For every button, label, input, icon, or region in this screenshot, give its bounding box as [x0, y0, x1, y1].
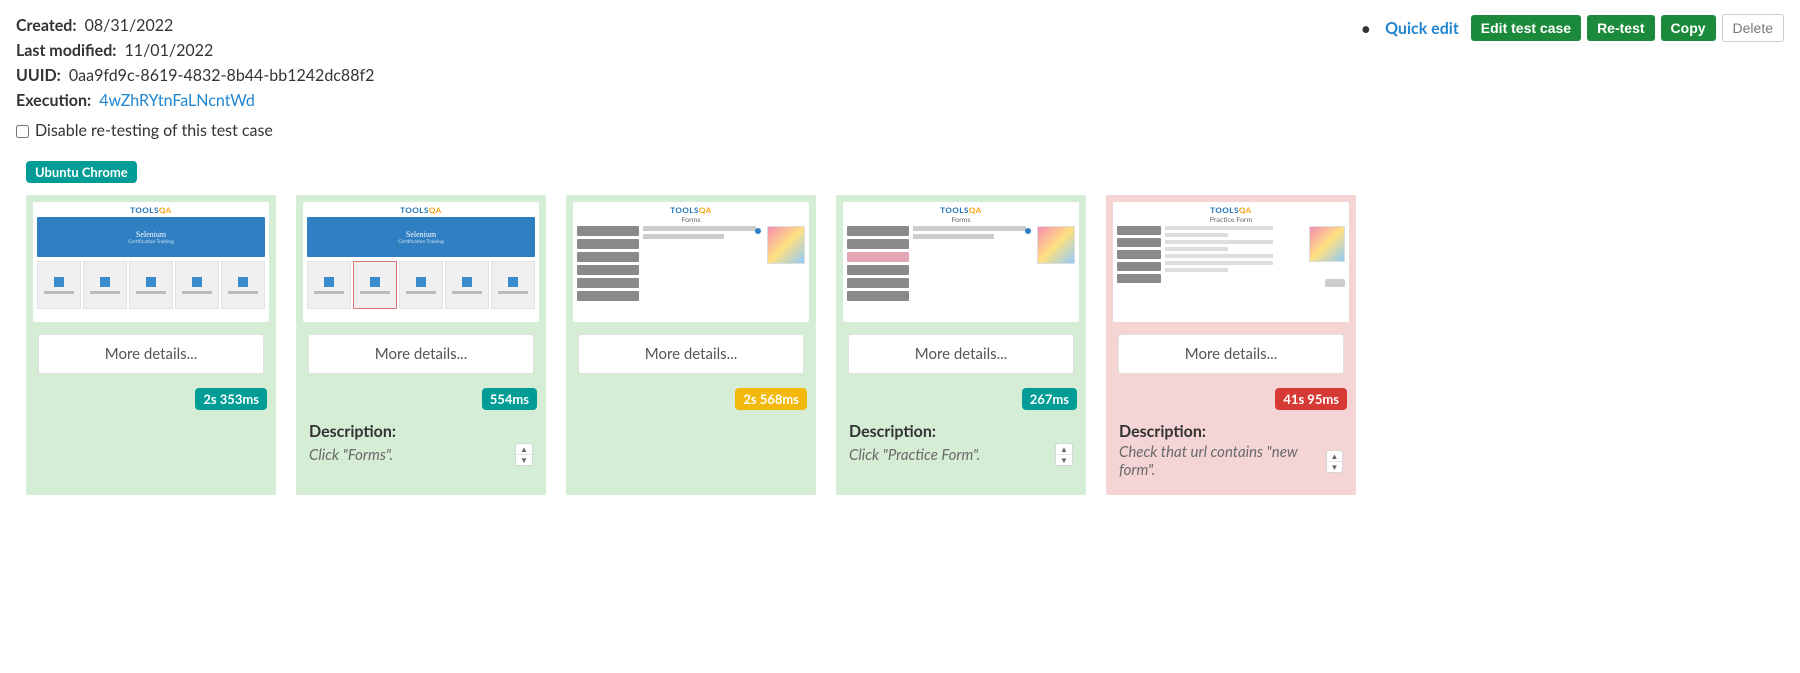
reorder-stepper[interactable]: ▲▼ [1055, 443, 1073, 466]
step-card: TOOLSQAForms More details... 2s 568ms [566, 195, 816, 495]
bullet-icon: • [1361, 17, 1371, 39]
chevron-down-icon[interactable]: ▼ [1056, 455, 1072, 465]
duration-badge: 41s 95ms [1275, 388, 1347, 410]
description-text: Click "Practice Form". [849, 446, 980, 464]
duration-badge: 2s 353ms [195, 388, 267, 410]
thumb-logo: TOOLSQA [573, 202, 809, 215]
actions-bar: • Quick edit Edit test case Re-test Copy… [1361, 14, 1784, 42]
more-details-button[interactable]: More details... [38, 334, 264, 374]
step-thumbnail[interactable]: TOOLSQAForms [843, 202, 1079, 322]
description-label: Description: [849, 422, 1073, 441]
step-card: TOOLSQASeleniumCertification Training Mor… [26, 195, 276, 495]
more-details-button[interactable]: More details... [578, 334, 804, 374]
quick-edit-link[interactable]: Quick edit [1385, 19, 1459, 38]
uuid-label: UUID: [16, 66, 61, 85]
step-thumbnail[interactable]: TOOLSQAForms [573, 202, 809, 322]
execution-label: Execution: [16, 91, 91, 110]
modified-label: Last modified: [16, 41, 116, 60]
delete-button[interactable]: Delete [1722, 14, 1784, 42]
uuid-value: 0aa9fd9c-8619-4832-8b44-bb1242dc88f2 [69, 66, 374, 85]
step-cards: TOOLSQASeleniumCertification Training Mor… [26, 195, 1784, 495]
duration-badge: 554ms [482, 388, 537, 410]
chevron-down-icon[interactable]: ▼ [516, 455, 532, 465]
thumb-logo: TOOLSQA [843, 202, 1079, 215]
reorder-stepper[interactable]: ▲▼ [1326, 450, 1343, 473]
more-details-button[interactable]: More details... [308, 334, 534, 374]
edit-test-case-button[interactable]: Edit test case [1471, 15, 1581, 41]
step-thumbnail[interactable]: TOOLSQASeleniumCertification Training [33, 202, 269, 322]
thumb-logo: TOOLSQA [1113, 202, 1349, 215]
disable-retest-checkbox[interactable] [16, 125, 29, 138]
step-card: TOOLSQASeleniumCertification Training Mor… [296, 195, 546, 495]
environment-badge: Ubuntu Chrome [26, 161, 137, 183]
chevron-down-icon[interactable]: ▼ [1327, 462, 1342, 472]
modified-value: 11/01/2022 [125, 41, 214, 60]
description-text: Click "Forms". [309, 446, 393, 464]
step-card: TOOLSQAForms More details... 267ms Descript… [836, 195, 1086, 495]
thumb-logo: TOOLSQA [33, 202, 269, 215]
thumb-logo: TOOLSQA [303, 202, 539, 215]
chevron-up-icon[interactable]: ▲ [1056, 444, 1072, 455]
duration-badge: 2s 568ms [735, 388, 807, 410]
retest-button[interactable]: Re-test [1587, 15, 1654, 41]
step-card: TOOLSQAPractice Form More details... 41s 9… [1106, 195, 1356, 495]
reorder-stepper[interactable]: ▲▼ [515, 443, 533, 466]
more-details-button[interactable]: More details... [1118, 334, 1344, 374]
more-details-button[interactable]: More details... [848, 334, 1074, 374]
created-value: 08/31/2022 [85, 16, 174, 35]
description-label: Description: [1119, 422, 1343, 441]
created-label: Created: [16, 16, 76, 35]
chevron-up-icon[interactable]: ▲ [1327, 451, 1342, 462]
step-thumbnail[interactable]: TOOLSQAPractice Form [1113, 202, 1349, 322]
step-thumbnail[interactable]: TOOLSQASeleniumCertification Training [303, 202, 539, 322]
chevron-up-icon[interactable]: ▲ [516, 444, 532, 455]
disable-retest-label: Disable re-testing of this test case [35, 119, 273, 143]
meta-block: Created: 08/31/2022 Last modified: 11/01… [16, 14, 374, 143]
description-label: Description: [309, 422, 533, 441]
description-text: Check that url contains "new form". [1119, 443, 1326, 479]
copy-button[interactable]: Copy [1661, 15, 1716, 41]
duration-badge: 267ms [1022, 388, 1077, 410]
execution-link[interactable]: 4wZhRYtnFaLNcntWd [99, 91, 255, 110]
